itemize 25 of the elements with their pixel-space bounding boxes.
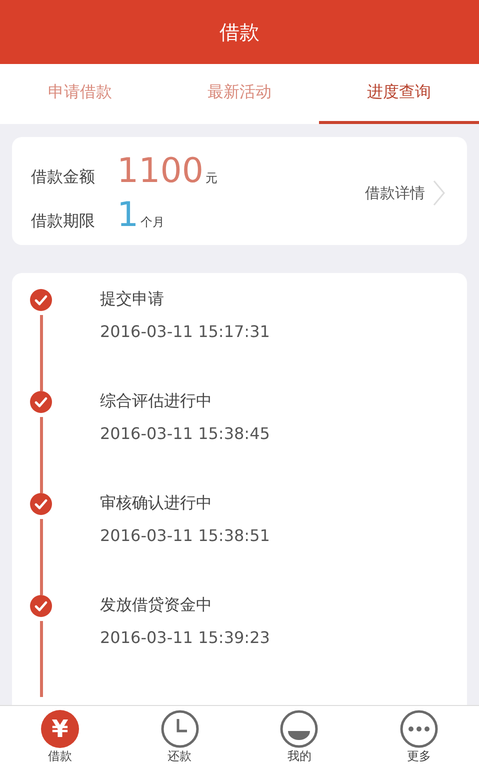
- amount-value: 1100: [117, 151, 204, 191]
- amount-label: 借款金额: [31, 167, 96, 188]
- step-title: 综合评估进行中: [100, 391, 213, 412]
- nav-item[interactable]: 我的: [240, 706, 360, 767]
- clock-icon: [160, 710, 199, 748]
- step-title: 提交申请: [100, 289, 165, 310]
- step-title: 发放借贷资金中: [100, 595, 213, 616]
- step-time: 2016-03-11 15:39:23: [100, 628, 270, 647]
- term-value: 1: [117, 195, 139, 235]
- step-time: 2016-03-11 15:38:45: [100, 424, 270, 443]
- step-time: 2016-03-11 15:38:51: [100, 526, 270, 545]
- amount-unit: 元: [206, 170, 218, 187]
- nav-item[interactable]: ¥ 借款: [0, 706, 120, 767]
- smile-icon: [280, 710, 318, 748]
- step-time: 2016-03-11 15:17:31: [100, 322, 270, 341]
- more-icon: [400, 710, 438, 748]
- details-link[interactable]: 借款详情: [365, 184, 425, 202]
- yen-icon: ¥: [40, 710, 79, 748]
- term-label: 借款期限: [31, 211, 96, 232]
- nav-item[interactable]: 更多: [359, 706, 479, 767]
- nav-item[interactable]: 还款: [120, 706, 240, 767]
- page-title: 借款: [220, 18, 260, 46]
- term-unit: 个月: [140, 214, 165, 231]
- step-title: 审核确认进行中: [100, 493, 213, 514]
- chevron-right-icon: [433, 180, 445, 206]
